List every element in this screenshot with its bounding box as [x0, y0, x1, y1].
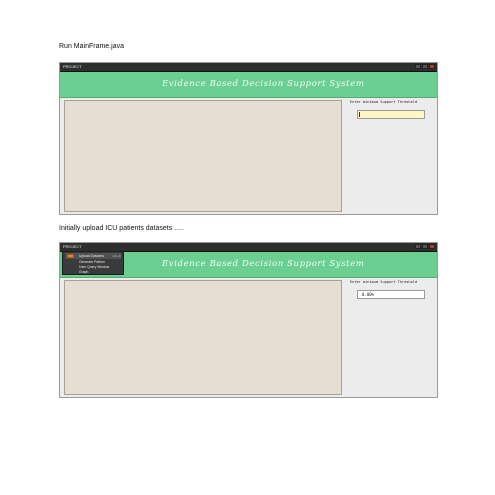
output-text-area[interactable] — [64, 100, 342, 212]
project-dropdown-menu: Upload Datasets Ctrl+D Generate Pattern … — [62, 251, 124, 275]
output-text-area[interactable] — [64, 280, 342, 395]
close-button[interactable] — [429, 64, 435, 69]
app-window-initial: PROJECT Evidence Based Decision Support … — [59, 62, 438, 215]
window-controls — [415, 244, 435, 249]
threshold-label: Enter minimum Support Threshold — [350, 280, 418, 284]
menu-item-label: Upload Datasets — [79, 254, 105, 258]
project-menu[interactable]: PROJECT — [62, 64, 83, 70]
maximize-button[interactable] — [422, 244, 428, 249]
app-window-upload: PROJECT Evidence Based Decision Support … — [59, 242, 438, 398]
minimize-button[interactable] — [415, 64, 421, 69]
document-page: Run MainFrame.java PROJECT Evidence Base… — [0, 0, 495, 495]
caption-run-mainframe: Run MainFrame.java — [59, 43, 124, 50]
project-menu[interactable]: PROJECT — [62, 244, 83, 250]
threshold-label: Enter minimum Support Threshold — [350, 100, 418, 104]
title-banner: Evidence Based Decision Support System — [60, 72, 437, 98]
maximize-button[interactable] — [422, 64, 428, 69]
banner-title: Evidence Based Decision Support System — [162, 259, 365, 269]
threshold-input[interactable]: 0.80% — [357, 290, 425, 299]
text-caret — [359, 112, 360, 117]
folder-icon — [67, 254, 74, 258]
menu-bar: PROJECT — [60, 63, 437, 72]
window-controls — [415, 64, 435, 69]
banner-title: Evidence Based Decision Support System — [162, 79, 365, 89]
caption-upload-datasets: Initially upload ICU patients datasets .… — [59, 225, 184, 232]
close-button[interactable] — [429, 244, 435, 249]
menu-item-graph[interactable]: Graph — [65, 269, 121, 275]
minimize-button[interactable] — [415, 244, 421, 249]
menu-item-label: Graph — [79, 270, 89, 274]
threshold-input[interactable] — [357, 110, 425, 119]
